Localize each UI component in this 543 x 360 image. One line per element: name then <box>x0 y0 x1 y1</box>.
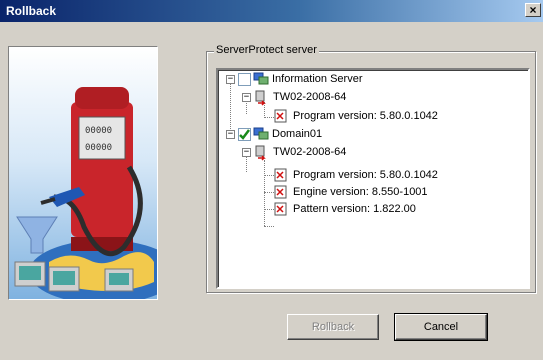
rollback-button[interactable]: Rollback <box>287 314 379 340</box>
cancel-button[interactable]: Cancel <box>394 313 488 341</box>
tree-node-server-tw02-b[interactable]: − TW02-2008-64 <box>242 145 347 161</box>
tree-node-label: Program version: 5.80.0.1042 <box>293 169 438 181</box>
tree-node-server-tw02-a[interactable]: − TW02-2008-64 <box>242 90 347 106</box>
server-rollback-icon <box>254 90 270 106</box>
server-rollback-icon <box>254 145 270 161</box>
tree-node-label: Engine version: 8.550-1001 <box>293 186 428 198</box>
collapse-icon[interactable]: − <box>242 147 251 157</box>
close-icon[interactable]: × <box>525 3 541 17</box>
collapse-icon[interactable]: − <box>226 129 235 139</box>
server-group-icon <box>253 72 269 86</box>
pump-digits-1: 00000 <box>85 126 112 136</box>
tree-node-pattern-version[interactable]: Pattern version: 1.822.00 <box>274 202 416 216</box>
group-label: ServerProtect server <box>214 44 319 56</box>
tree-node-program-version-b[interactable]: Program version: 5.80.0.1042 <box>274 168 438 182</box>
tree-node-label: Domain01 <box>272 128 323 140</box>
tree-node-information-server[interactable]: − Information Server <box>226 72 362 86</box>
collapse-icon[interactable]: − <box>226 74 235 84</box>
pump-digits-2: 00000 <box>85 143 112 153</box>
server-group-icon <box>253 127 269 141</box>
server-tree[interactable]: − Information Server − TW02-2008-64 Prog… <box>216 68 530 289</box>
tree-node-engine-version[interactable]: Engine version: 8.550-1001 <box>274 185 428 199</box>
information-server-checkbox[interactable] <box>238 72 251 86</box>
fuel-pump-illustration: 00000 00000 <box>14 87 157 299</box>
title-bar: Rollback × <box>0 0 543 22</box>
rollback-illustration: 00000 00000 <box>8 46 158 300</box>
tree-node-label: TW02-2008-64 <box>273 146 347 158</box>
version-file-icon <box>274 168 290 182</box>
tree-node-label: TW02-2008-64 <box>273 91 347 103</box>
collapse-icon[interactable]: − <box>242 92 251 102</box>
window-title: Rollback <box>6 4 57 18</box>
tree-node-label: Program version: 5.80.0.1042 <box>293 110 438 122</box>
checkmark-icon <box>239 128 250 140</box>
version-file-icon <box>274 202 290 216</box>
domain01-checkbox[interactable] <box>238 127 251 141</box>
tree-node-label: Pattern version: 1.822.00 <box>293 203 416 215</box>
version-file-icon <box>274 109 290 123</box>
tree-node-domain01[interactable]: − Domain01 <box>226 127 322 141</box>
version-file-icon <box>274 185 290 199</box>
tree-node-label: Information Server <box>272 73 363 85</box>
tree-node-program-version-a[interactable]: Program version: 5.80.0.1042 <box>274 109 438 123</box>
